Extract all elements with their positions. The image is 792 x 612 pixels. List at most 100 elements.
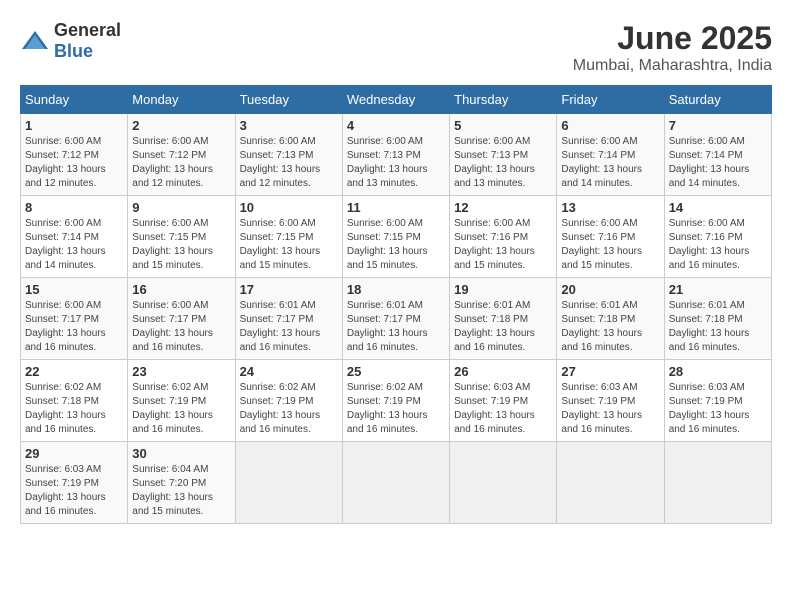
- calendar-subtitle: Mumbai, Maharashtra, India: [573, 57, 772, 75]
- day-info: Sunrise: 6:00 AM Sunset: 7:13 PM Dayligh…: [347, 135, 445, 191]
- logo-general: General: [54, 20, 121, 40]
- table-row: 17 Sunrise: 6:01 AM Sunset: 7:17 PM Dayli…: [235, 278, 342, 360]
- day-info: Sunrise: 6:00 AM Sunset: 7:17 PM Dayligh…: [132, 299, 230, 355]
- table-row: 2Sunrise: 6:00 AM Sunset: 7:12 PM Daylig…: [128, 114, 235, 196]
- day-number: 20: [561, 282, 659, 297]
- logo-icon: [20, 29, 50, 53]
- table-row: 21Sunrise: 6:01 AM Sunset: 7:18 PM Dayli…: [664, 278, 771, 360]
- day-info: Sunrise: 6:00 AM Sunset: 7:15 PM Dayligh…: [132, 217, 230, 273]
- table-row: 3Sunrise: 6:00 AM Sunset: 7:13 PM Daylig…: [235, 114, 342, 196]
- day-number: 13: [561, 200, 659, 215]
- day-number: 23: [132, 364, 230, 379]
- day-number: 2: [132, 118, 230, 133]
- day-info: Sunrise: 6:02 AM Sunset: 7:19 PM Dayligh…: [132, 381, 230, 437]
- day-number: 14: [669, 200, 767, 215]
- table-row: 8 Sunrise: 6:00 AM Sunset: 7:14 PM Daylig…: [21, 196, 128, 278]
- day-number: 25: [347, 364, 445, 379]
- page-header: General Blue June 2025 Mumbai, Maharasht…: [20, 20, 772, 75]
- day-number: 6: [561, 118, 659, 133]
- table-row: [342, 442, 449, 524]
- col-friday: Friday: [557, 86, 664, 114]
- table-row: 14 Sunrise: 6:00 AM Sunset: 7:16 PM Dayli…: [664, 196, 771, 278]
- day-number: 1: [25, 118, 123, 133]
- day-info: Sunrise: 6:00 AM Sunset: 7:16 PM Dayligh…: [454, 217, 552, 273]
- table-row: [235, 442, 342, 524]
- day-info: Sunrise: 6:02 AM Sunset: 7:19 PM Dayligh…: [240, 381, 338, 437]
- day-info: Sunrise: 6:00 AM Sunset: 7:15 PM Dayligh…: [347, 217, 445, 273]
- table-row: [664, 442, 771, 524]
- day-info: Sunrise: 6:00 AM Sunset: 7:17 PM Dayligh…: [25, 299, 123, 355]
- day-number: 22: [25, 364, 123, 379]
- table-row: 22 Sunrise: 6:02 AM Sunset: 7:18 PM Dayli…: [21, 360, 128, 442]
- table-row: 27Sunrise: 6:03 AM Sunset: 7:19 PM Dayli…: [557, 360, 664, 442]
- day-info: Sunrise: 6:03 AM Sunset: 7:19 PM Dayligh…: [561, 381, 659, 437]
- day-number: 9: [132, 200, 230, 215]
- table-row: [450, 442, 557, 524]
- day-number: 10: [240, 200, 338, 215]
- day-info: Sunrise: 6:03 AM Sunset: 7:19 PM Dayligh…: [454, 381, 552, 437]
- day-number: 28: [669, 364, 767, 379]
- col-monday: Monday: [128, 86, 235, 114]
- day-number: 5: [454, 118, 552, 133]
- day-number: 8: [25, 200, 123, 215]
- header-row: Sunday Monday Tuesday Wednesday Thursday…: [21, 86, 772, 114]
- day-number: 12: [454, 200, 552, 215]
- day-number: 21: [669, 282, 767, 297]
- day-info: Sunrise: 6:01 AM Sunset: 7:17 PM Dayligh…: [240, 299, 338, 355]
- logo: General Blue: [20, 20, 121, 62]
- day-info: Sunrise: 6:01 AM Sunset: 7:18 PM Dayligh…: [561, 299, 659, 355]
- table-row: 12 Sunrise: 6:00 AM Sunset: 7:16 PM Dayli…: [450, 196, 557, 278]
- calendar-week-2: 8 Sunrise: 6:00 AM Sunset: 7:14 PM Daylig…: [21, 196, 772, 278]
- day-info: Sunrise: 6:03 AM Sunset: 7:19 PM Dayligh…: [25, 463, 123, 519]
- day-info: Sunrise: 6:02 AM Sunset: 7:19 PM Dayligh…: [347, 381, 445, 437]
- table-row: 25 Sunrise: 6:02 AM Sunset: 7:19 PM Dayli…: [342, 360, 449, 442]
- table-row: 6 Sunrise: 6:00 AM Sunset: 7:14 PM Daylig…: [557, 114, 664, 196]
- table-row: 26 Sunrise: 6:03 AM Sunset: 7:19 PM Dayli…: [450, 360, 557, 442]
- table-row: 4 Sunrise: 6:00 AM Sunset: 7:13 PM Daylig…: [342, 114, 449, 196]
- day-number: 17: [240, 282, 338, 297]
- day-info: Sunrise: 6:01 AM Sunset: 7:18 PM Dayligh…: [454, 299, 552, 355]
- day-info: Sunrise: 6:03 AM Sunset: 7:19 PM Dayligh…: [669, 381, 767, 437]
- table-row: 1Sunrise: 6:00 AM Sunset: 7:12 PM Daylig…: [21, 114, 128, 196]
- table-row: 5 Sunrise: 6:00 AM Sunset: 7:13 PM Daylig…: [450, 114, 557, 196]
- logo-blue: Blue: [54, 41, 93, 61]
- day-info: Sunrise: 6:00 AM Sunset: 7:16 PM Dayligh…: [669, 217, 767, 273]
- day-info: Sunrise: 6:00 AM Sunset: 7:13 PM Dayligh…: [454, 135, 552, 191]
- col-saturday: Saturday: [664, 86, 771, 114]
- calendar-week-1: 1Sunrise: 6:00 AM Sunset: 7:12 PM Daylig…: [21, 114, 772, 196]
- col-tuesday: Tuesday: [235, 86, 342, 114]
- table-row: 29 Sunrise: 6:03 AM Sunset: 7:19 PM Dayli…: [21, 442, 128, 524]
- day-number: 26: [454, 364, 552, 379]
- day-info: Sunrise: 6:00 AM Sunset: 7:14 PM Dayligh…: [25, 217, 123, 273]
- table-row: 15 Sunrise: 6:00 AM Sunset: 7:17 PM Dayli…: [21, 278, 128, 360]
- day-info: Sunrise: 6:02 AM Sunset: 7:18 PM Dayligh…: [25, 381, 123, 437]
- day-info: Sunrise: 6:00 AM Sunset: 7:14 PM Dayligh…: [669, 135, 767, 191]
- table-row: 10 Sunrise: 6:00 AM Sunset: 7:15 PM Dayli…: [235, 196, 342, 278]
- calendar-week-5: 29 Sunrise: 6:03 AM Sunset: 7:19 PM Dayli…: [21, 442, 772, 524]
- day-info: Sunrise: 6:00 AM Sunset: 7:16 PM Dayligh…: [561, 217, 659, 273]
- day-number: 15: [25, 282, 123, 297]
- calendar-week-4: 22 Sunrise: 6:02 AM Sunset: 7:18 PM Dayli…: [21, 360, 772, 442]
- day-info: Sunrise: 6:00 AM Sunset: 7:14 PM Dayligh…: [561, 135, 659, 191]
- day-number: 16: [132, 282, 230, 297]
- col-sunday: Sunday: [21, 86, 128, 114]
- day-info: Sunrise: 6:00 AM Sunset: 7:13 PM Dayligh…: [240, 135, 338, 191]
- day-number: 19: [454, 282, 552, 297]
- table-row: 11Sunrise: 6:00 AM Sunset: 7:15 PM Dayli…: [342, 196, 449, 278]
- table-row: 13 Sunrise: 6:00 AM Sunset: 7:16 PM Dayli…: [557, 196, 664, 278]
- day-number: 29: [25, 446, 123, 461]
- day-number: 24: [240, 364, 338, 379]
- col-thursday: Thursday: [450, 86, 557, 114]
- table-row: [557, 442, 664, 524]
- calendar-week-3: 15 Sunrise: 6:00 AM Sunset: 7:17 PM Dayli…: [21, 278, 772, 360]
- day-number: 7: [669, 118, 767, 133]
- table-row: 19 Sunrise: 6:01 AM Sunset: 7:18 PM Dayli…: [450, 278, 557, 360]
- logo-text: General Blue: [54, 20, 121, 62]
- table-row: 23 Sunrise: 6:02 AM Sunset: 7:19 PM Dayli…: [128, 360, 235, 442]
- calendar-title: June 2025: [573, 20, 772, 57]
- day-info: Sunrise: 6:00 AM Sunset: 7:15 PM Dayligh…: [240, 217, 338, 273]
- day-number: 18: [347, 282, 445, 297]
- day-number: 4: [347, 118, 445, 133]
- table-row: 28 Sunrise: 6:03 AM Sunset: 7:19 PM Dayli…: [664, 360, 771, 442]
- table-row: 7 Sunrise: 6:00 AM Sunset: 7:14 PM Daylig…: [664, 114, 771, 196]
